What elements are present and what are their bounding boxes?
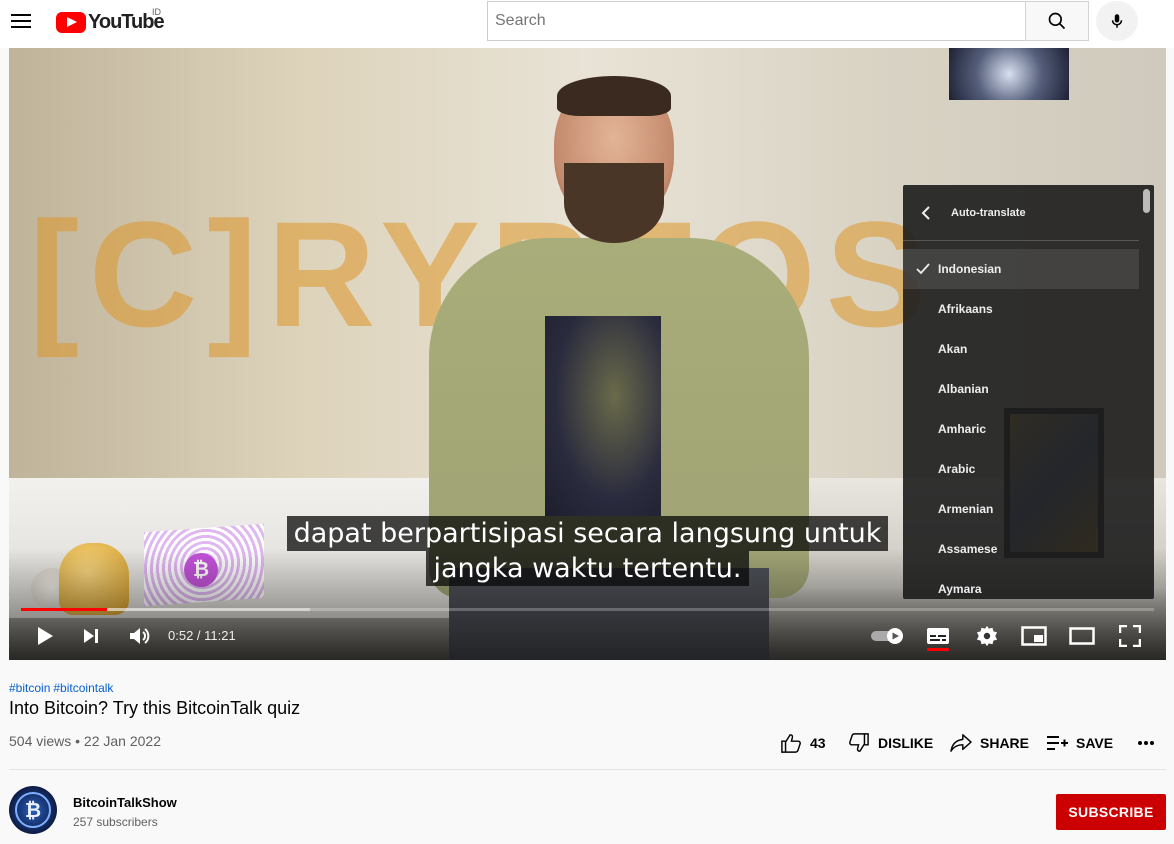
settings-button[interactable] — [974, 622, 1000, 650]
video-title: Into Bitcoin? Try this BitcoinTalk quiz — [9, 698, 301, 718]
more-horizontal-icon — [1138, 741, 1154, 745]
language-option-armenian[interactable]: Armenian — [903, 489, 1139, 529]
menu-icon[interactable] — [11, 12, 31, 32]
search-box — [487, 1, 1026, 41]
next-button[interactable] — [79, 622, 103, 650]
video-frame-poster — [949, 48, 1069, 100]
theater-mode-button[interactable] — [1068, 622, 1096, 650]
language-label: Aymara — [938, 582, 982, 596]
theater-mode-icon — [1069, 627, 1095, 645]
hashtag-link[interactable]: #bitcoin — [9, 681, 50, 695]
like-count: 43 — [810, 735, 826, 751]
language-option-albanian[interactable]: Albanian — [903, 369, 1139, 409]
save-label: SAVE — [1076, 735, 1114, 751]
language-option-assamese[interactable]: Assamese — [903, 529, 1139, 569]
language-option-aymara[interactable]: Aymara — [903, 569, 1139, 599]
hashtag-link[interactable]: #bitcointalk — [53, 681, 113, 695]
chevron-left-icon[interactable] — [921, 205, 935, 220]
video-frame-shirt-print — [545, 316, 661, 516]
share-icon — [950, 734, 972, 752]
subscribe-button[interactable]: SUBSCRIBE — [1056, 794, 1166, 830]
volume-icon — [130, 628, 150, 644]
fullscreen-icon — [1119, 625, 1141, 647]
language-option-akan[interactable]: Akan — [903, 329, 1139, 369]
share-button[interactable]: SHARE — [950, 731, 1029, 755]
caption-line-2: jangka waktu tertentu. — [426, 551, 749, 586]
auto-translate-menu: Auto-translate Indonesian Afrikaans Akan… — [903, 185, 1154, 599]
search-input[interactable] — [488, 2, 1025, 40]
subtitles-button[interactable] — [925, 622, 951, 650]
progress-played — [21, 608, 108, 611]
dislike-label: DISLIKE — [878, 735, 934, 751]
video-meta: 504 views • 22 Jan 2022 — [9, 733, 162, 749]
hashtags: #bitcoin #bitcointalk — [9, 681, 116, 695]
language-label: Armenian — [938, 502, 994, 516]
more-actions-button[interactable] — [1137, 731, 1163, 755]
channel-name[interactable]: BitcoinTalkShow — [73, 795, 177, 810]
miniplayer-icon — [1021, 626, 1047, 646]
language-label: Assamese — [938, 542, 998, 556]
subtitles-active-indicator — [927, 648, 949, 651]
search-icon — [1048, 12, 1066, 30]
like-button[interactable]: 43 — [780, 731, 826, 755]
volume-button[interactable] — [127, 622, 153, 650]
subscriber-count: 257 subscribers — [73, 815, 158, 829]
video-frame-person-hair — [557, 76, 671, 116]
language-option-indonesian[interactable]: Indonesian — [903, 249, 1139, 289]
bitcoin-talk-logo-icon: ₿ — [15, 792, 51, 828]
svg-text:₿: ₿ — [25, 800, 41, 822]
time-display: 0:52 / 11:21 — [168, 628, 236, 643]
share-label: SHARE — [980, 735, 1030, 751]
miniplayer-button[interactable] — [1020, 622, 1048, 650]
caption-line-1: dapat berpartisipasi secara langsung unt… — [286, 516, 889, 551]
menu-header[interactable]: Auto-translate — [903, 185, 1139, 241]
youtube-play-icon — [56, 11, 86, 33]
play-icon — [38, 627, 53, 645]
microphone-icon — [1111, 14, 1123, 28]
language-label: Indonesian — [938, 262, 1002, 276]
autoplay-toggle[interactable] — [869, 622, 907, 650]
language-option-arabic[interactable]: Arabic — [903, 449, 1139, 489]
country-code: ID — [152, 7, 161, 17]
divider — [9, 769, 1166, 770]
language-label: Amharic — [938, 422, 987, 436]
youtube-logo[interactable]: YouTube — [56, 11, 165, 33]
search-button[interactable] — [1025, 1, 1089, 41]
language-list: Indonesian Afrikaans Akan Albanian Amhar… — [903, 249, 1139, 599]
play-button[interactable] — [33, 622, 57, 650]
autoplay-toggle-icon — [871, 628, 903, 644]
thumbs-down-icon — [849, 733, 869, 752]
language-label: Akan — [938, 342, 968, 356]
gear-icon — [976, 625, 998, 647]
progress-bar[interactable] — [21, 608, 1154, 611]
video-frame-person-beard — [564, 163, 664, 243]
playlist-add-icon — [1047, 736, 1068, 750]
language-label: Albanian — [938, 382, 989, 396]
thumbs-up-icon — [781, 734, 801, 753]
skip-next-icon — [84, 629, 98, 643]
fullscreen-button[interactable] — [1117, 622, 1143, 650]
video-player[interactable]: [C]RYPTOS ₿ dapat berpartisipasi secara … — [9, 48, 1166, 660]
language-label: Arabic — [938, 462, 976, 476]
menu-scrollbar[interactable] — [1143, 189, 1150, 213]
channel-avatar[interactable]: ₿ — [9, 786, 57, 834]
subtitles-icon — [927, 628, 949, 644]
menu-title: Auto-translate — [951, 206, 1026, 219]
language-option-amharic[interactable]: Amharic — [903, 409, 1139, 449]
language-option-afrikaans[interactable]: Afrikaans — [903, 289, 1139, 329]
checkmark-icon — [903, 263, 938, 275]
save-button[interactable]: SAVE — [1046, 731, 1113, 755]
dislike-button[interactable]: DISLIKE — [848, 731, 933, 755]
voice-search-button[interactable] — [1096, 1, 1138, 41]
language-label: Afrikaans — [938, 302, 993, 316]
masthead: YouTube ID — [0, 0, 1174, 48]
